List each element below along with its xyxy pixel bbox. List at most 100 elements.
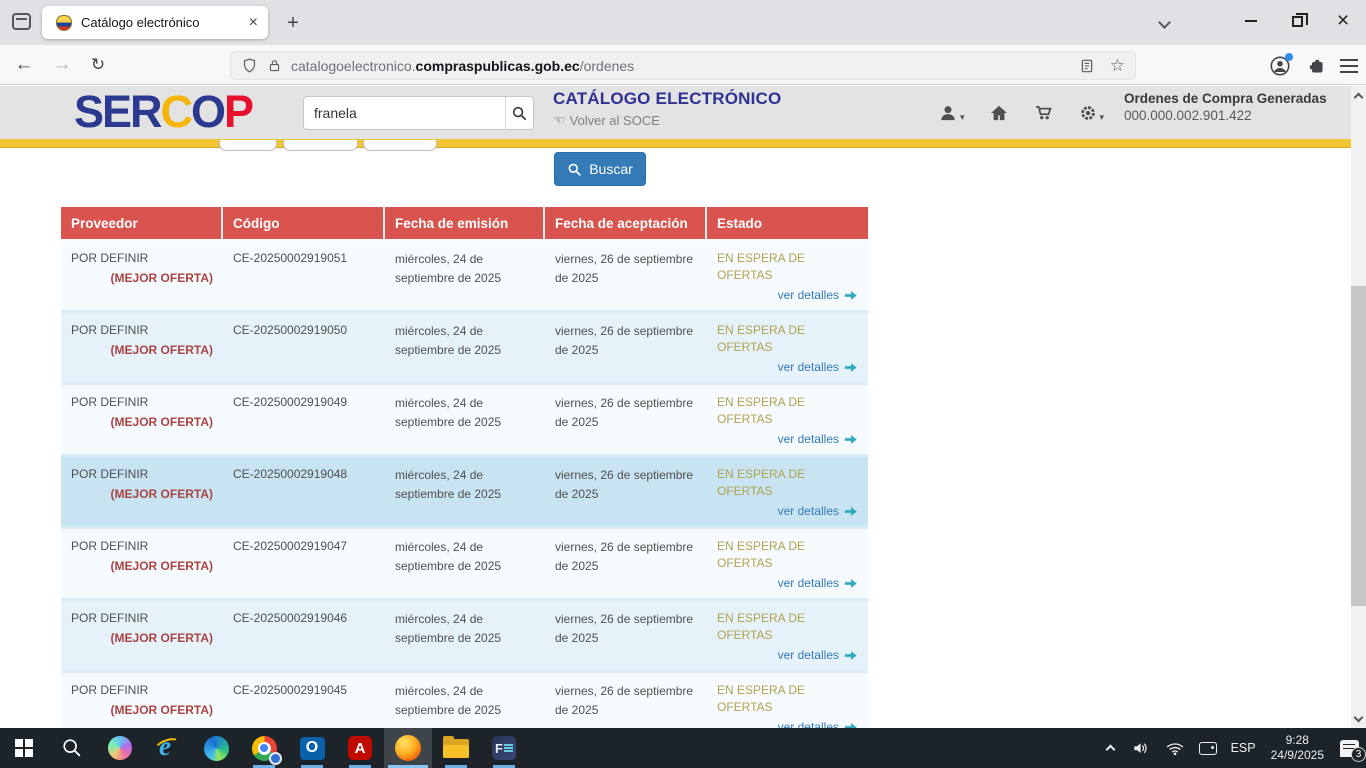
url-bar[interactable]: catalogoelectronico.compraspublicas.gob.… bbox=[230, 51, 1136, 80]
extensions-puzzle-icon[interactable] bbox=[1305, 55, 1326, 76]
order-code: CE-20250002919046 bbox=[223, 601, 385, 673]
account-icon[interactable] bbox=[1269, 55, 1291, 77]
column-header-fecha-aceptacion: Fecha de aceptación bbox=[545, 207, 707, 241]
tab-close-icon[interactable]: × bbox=[249, 15, 258, 31]
arrow-right-icon bbox=[844, 649, 858, 666]
acceptance-date: viernes, 26 de septiembre de 2025 bbox=[545, 385, 707, 457]
scrolled-button-stub[interactable] bbox=[363, 140, 437, 151]
language-indicator[interactable]: ESP bbox=[1224, 728, 1263, 768]
issue-date: miércoles, 24 de septiembre de 2025 bbox=[385, 529, 545, 601]
start-button[interactable] bbox=[0, 728, 48, 768]
scroll-down-icon[interactable] bbox=[1354, 714, 1363, 723]
arrow-right-icon bbox=[844, 289, 858, 306]
firefox-view-icon[interactable] bbox=[10, 11, 34, 33]
windows-logo-icon bbox=[15, 739, 33, 757]
sercop-logo[interactable]: SERCOP bbox=[74, 86, 252, 138]
best-offer-label: (MEJOR OFERTA) bbox=[71, 630, 213, 647]
site-favicon-icon bbox=[56, 15, 72, 31]
outlook-button[interactable]: O bbox=[288, 728, 336, 768]
chrome-profile-badge bbox=[269, 752, 282, 765]
bookmark-star-icon[interactable]: ☆ bbox=[1110, 56, 1125, 76]
firefox-button[interactable] bbox=[384, 728, 432, 768]
chrome-button[interactable] bbox=[240, 728, 288, 768]
ver-detalles-link[interactable]: ver detalles bbox=[778, 432, 839, 446]
window-close-button[interactable]: × bbox=[1320, 0, 1366, 42]
forward-button[interactable]: → bbox=[48, 52, 76, 78]
issue-date: miércoles, 24 de septiembre de 2025 bbox=[385, 241, 545, 313]
browser-tab[interactable]: Catálogo electrónico × bbox=[42, 6, 268, 39]
acrobat-button[interactable]: A bbox=[336, 728, 384, 768]
provider-name: POR DEFINIR bbox=[71, 538, 213, 555]
window-restore-button[interactable] bbox=[1274, 0, 1320, 42]
issue-date: miércoles, 24 de septiembre de 2025 bbox=[385, 385, 545, 457]
reader-view-icon[interactable] bbox=[1079, 58, 1095, 74]
tracking-shield-icon[interactable] bbox=[241, 57, 258, 74]
acceptance-date: viernes, 26 de septiembre de 2025 bbox=[545, 313, 707, 385]
acceptance-date: viernes, 26 de septiembre de 2025 bbox=[545, 457, 707, 529]
window-minimize-button[interactable] bbox=[1228, 0, 1274, 42]
order-row: POR DEFINIR (MEJOR OFERTA) CE-2025000291… bbox=[61, 601, 868, 673]
buscar-button[interactable]: Buscar bbox=[554, 152, 646, 186]
list-all-tabs-icon[interactable] bbox=[1158, 16, 1172, 30]
search-icon bbox=[61, 737, 83, 759]
user-menu-icon[interactable]: ▾ bbox=[938, 103, 965, 123]
internet-explorer-button[interactable]: e bbox=[144, 728, 192, 768]
provider-name: POR DEFINIR bbox=[71, 682, 213, 699]
page-title: CATÁLOGO ELECTRÓNICO bbox=[553, 89, 781, 109]
best-offer-label: (MEJOR OFERTA) bbox=[71, 414, 213, 431]
ver-detalles-link[interactable]: ver detalles bbox=[778, 576, 839, 590]
order-row: POR DEFINIR (MEJOR OFERTA) CE-2025000291… bbox=[61, 529, 868, 601]
scrollbar-thumb[interactable] bbox=[1351, 286, 1366, 606]
cart-icon[interactable] bbox=[1033, 102, 1054, 123]
arrow-right-icon bbox=[844, 361, 858, 378]
volver-al-soce-link[interactable]: ☜Volver al SOCE bbox=[553, 112, 781, 129]
lock-icon[interactable] bbox=[267, 58, 282, 73]
cast-display-icon[interactable] bbox=[1192, 728, 1224, 768]
scroll-up-icon[interactable] bbox=[1354, 91, 1363, 100]
new-tab-button[interactable]: + bbox=[280, 11, 306, 35]
browser-window: Catálogo electrónico × + × ← → ↻ catalog… bbox=[0, 0, 1366, 768]
order-row: POR DEFINIR (MEJOR OFERTA) CE-2025000291… bbox=[61, 457, 868, 529]
gold-divider-bar bbox=[0, 139, 1351, 148]
folder-icon bbox=[443, 739, 469, 758]
file-explorer-button[interactable] bbox=[432, 728, 480, 768]
arrow-right-icon bbox=[844, 721, 858, 728]
search-input[interactable] bbox=[304, 97, 505, 129]
wifi-icon[interactable] bbox=[1158, 728, 1192, 768]
column-header-estado: Estado bbox=[707, 207, 868, 241]
ver-detalles-link[interactable]: ver detalles bbox=[778, 288, 839, 302]
issue-date: miércoles, 24 de septiembre de 2025 bbox=[385, 457, 545, 529]
windows-taskbar: e O A F ESP 9:2824/9/2025 3 bbox=[0, 728, 1366, 768]
tab-title: Catálogo electrónico bbox=[81, 15, 241, 30]
menu-hamburger-icon[interactable] bbox=[1340, 59, 1358, 73]
volume-icon[interactable] bbox=[1124, 728, 1158, 768]
ver-detalles-link[interactable]: ver detalles bbox=[778, 648, 839, 662]
ver-detalles-link[interactable]: ver detalles bbox=[778, 504, 839, 518]
notification-center-button[interactable]: 3 bbox=[1332, 728, 1366, 768]
issue-date: miércoles, 24 de septiembre de 2025 bbox=[385, 673, 545, 728]
ver-detalles-link[interactable]: ver detalles bbox=[778, 360, 839, 374]
search-button[interactable] bbox=[505, 97, 533, 129]
ver-detalles-link[interactable]: ver detalles bbox=[778, 720, 839, 728]
copilot-button[interactable] bbox=[96, 728, 144, 768]
hand-back-icon: ☜ bbox=[553, 112, 566, 128]
acceptance-date: viernes, 26 de septiembre de 2025 bbox=[545, 601, 707, 673]
reload-button[interactable]: ↻ bbox=[84, 52, 112, 78]
order-code: CE-20250002919045 bbox=[223, 673, 385, 728]
order-code: CE-20250002919050 bbox=[223, 313, 385, 385]
scrolled-button-stub[interactable] bbox=[283, 140, 358, 151]
home-icon[interactable] bbox=[989, 103, 1009, 123]
taskbar-search-button[interactable] bbox=[48, 728, 96, 768]
vertical-scrollbar[interactable] bbox=[1351, 86, 1366, 728]
settings-gear-icon[interactable]: ▾ bbox=[1078, 103, 1105, 123]
scrolled-button-stub[interactable] bbox=[219, 140, 277, 151]
outlook-icon: O bbox=[300, 737, 325, 760]
provider-name: POR DEFINIR bbox=[71, 466, 213, 483]
back-button[interactable]: ← bbox=[10, 52, 38, 78]
provider-name: POR DEFINIR bbox=[71, 610, 213, 627]
f-lines-app-button[interactable]: F bbox=[480, 728, 528, 768]
edge-button[interactable] bbox=[192, 728, 240, 768]
tray-chevron-up-icon[interactable] bbox=[1099, 728, 1124, 768]
clock[interactable]: 9:2824/9/2025 bbox=[1263, 728, 1332, 768]
orders-counter: Ordenes de Compra Generadas 000.000.002.… bbox=[1124, 90, 1339, 124]
